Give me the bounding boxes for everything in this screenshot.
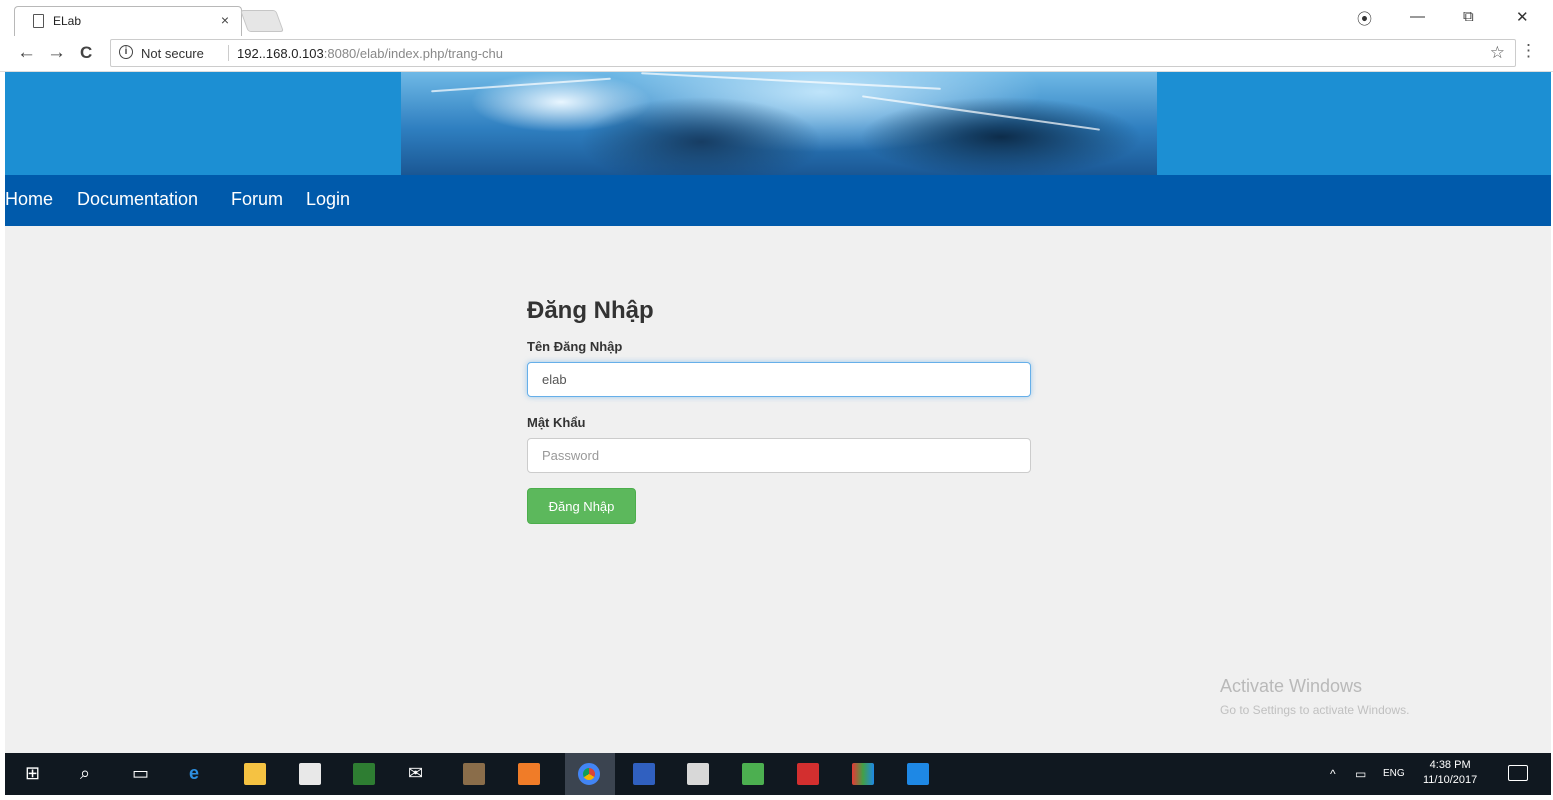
web-page: Home Documentation Forum Login Đăng Nhập… — [5, 72, 1551, 753]
media-icon[interactable] — [463, 763, 485, 785]
banner-light-streak — [862, 95, 1100, 131]
forward-button[interactable]: → — [47, 42, 66, 64]
minimize-button[interactable]: — — [1410, 8, 1425, 25]
battery-icon[interactable]: ▭ — [1355, 767, 1366, 781]
app-green-icon[interactable] — [742, 763, 764, 785]
username-label: Tên Đăng Nhập — [527, 339, 623, 354]
language-indicator[interactable]: ENG — [1383, 768, 1405, 779]
account-icon[interactable]: ⦿ — [1357, 8, 1372, 29]
app-rgb-icon[interactable] — [852, 763, 874, 785]
browser-tab-bar: ELab × ⦿ — ⧉ ✕ — [0, 0, 1553, 36]
world-map-banner-image — [401, 72, 1157, 175]
bookmark-star-icon[interactable]: ☆ — [1490, 43, 1505, 63]
nav-home-link[interactable]: Home — [5, 189, 53, 210]
activate-windows-subtitle: Go to Settings to activate Windows. — [1220, 703, 1410, 717]
word-icon[interactable] — [633, 763, 655, 785]
security-status[interactable]: Not secure — [141, 46, 204, 61]
login-title: Đăng Nhập — [527, 297, 654, 324]
tab-title: ELab — [53, 14, 82, 28]
browser-menu-icon[interactable]: ⋮ — [1520, 41, 1537, 61]
site-banner — [5, 72, 1551, 175]
nav-forum-link[interactable]: Forum — [231, 189, 283, 210]
search-icon[interactable]: ⌕ — [80, 762, 90, 784]
mail-icon[interactable]: ✉ — [408, 762, 423, 784]
url-path: :8080/elab/index.php/trang-chu — [323, 46, 503, 61]
nav-login-link[interactable]: Login — [306, 189, 350, 210]
chrome-icon[interactable] — [578, 763, 600, 785]
restore-button[interactable]: ⧉ — [1463, 8, 1474, 25]
page-icon — [33, 14, 44, 28]
password-label: Mật Khẩu — [527, 415, 586, 430]
app-orange-icon[interactable] — [518, 763, 540, 785]
windows-start-icon[interactable]: ⊞ — [25, 762, 40, 784]
clock-time: 4:38 PM — [1429, 759, 1471, 771]
address-bar[interactable]: i Not secure 192..168.0.103:8080/elab/in… — [110, 39, 1516, 67]
url-host: 192..168.0.103 — [237, 46, 324, 61]
browser-tab[interactable]: ELab × — [14, 6, 242, 36]
password-input[interactable] — [527, 438, 1031, 473]
excel-icon[interactable] — [353, 763, 375, 785]
close-window-button[interactable]: ✕ — [1516, 8, 1529, 26]
nav-documentation-link[interactable]: Documentation — [77, 189, 198, 210]
store-icon[interactable] — [299, 763, 321, 785]
omnibox-divider — [228, 45, 229, 61]
file-explorer-icon[interactable] — [244, 763, 266, 785]
show-hidden-icons[interactable]: ^ — [1330, 767, 1336, 781]
banner-light-streak — [641, 72, 941, 90]
activate-windows-watermark: Activate Windows Go to Settings to activ… — [1220, 676, 1409, 717]
clock-date: 11/10/2017 — [1423, 774, 1478, 786]
action-center-icon[interactable] — [1508, 765, 1528, 781]
login-submit-button[interactable]: Đăng Nhập — [527, 488, 636, 524]
site-navbar: Home Documentation Forum Login — [5, 175, 1551, 226]
taskbar-clock[interactable]: 4:38 PM 11/10/2017 — [1423, 758, 1477, 788]
url-text[interactable]: 192..168.0.103:8080/elab/index.php/trang… — [237, 46, 503, 61]
tab-close-icon[interactable]: × — [221, 12, 229, 28]
browser-toolbar: ← → C i Not secure 192..168.0.103:8080/e… — [0, 36, 1553, 72]
banner-light-streak — [431, 77, 611, 93]
back-button[interactable]: ← — [17, 42, 36, 64]
windows-taskbar: ⊞ ⌕ ▭ e ✉ ^ ▭ ENG 4:38 PM 11/10/2017 — [5, 753, 1551, 795]
acrobat-icon[interactable] — [797, 763, 819, 785]
calculator-icon[interactable] — [687, 763, 709, 785]
remote-desktop-icon[interactable] — [907, 763, 929, 785]
info-icon[interactable]: i — [119, 45, 133, 59]
username-input[interactable] — [527, 362, 1031, 397]
new-tab-button[interactable] — [239, 10, 285, 32]
reload-button[interactable]: C — [80, 42, 92, 64]
task-view-icon[interactable]: ▭ — [132, 762, 149, 784]
activate-windows-title: Activate Windows — [1220, 676, 1363, 696]
edge-icon[interactable]: e — [189, 762, 199, 784]
